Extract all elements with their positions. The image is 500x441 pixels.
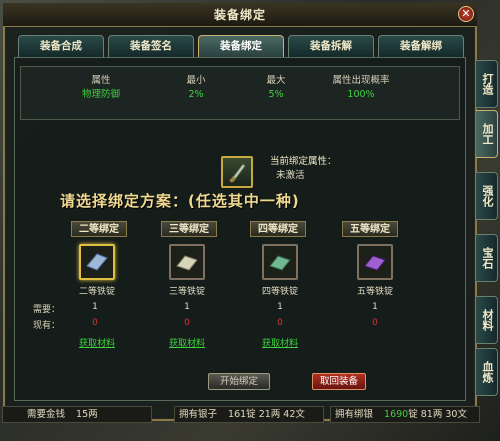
window-title: 装备绑定 — [3, 3, 477, 27]
item-name: 五等铁锭 — [356, 287, 393, 297]
tab-equip-unbind[interactable]: 装备解绑 — [378, 35, 464, 57]
item-name: 四等铁锭 — [261, 287, 298, 297]
ingot-slot-4[interactable] — [262, 244, 298, 280]
value-min: 2% — [188, 89, 204, 100]
plan-title: 四等绑定 — [250, 221, 306, 237]
plan-title: 二等绑定 — [71, 221, 127, 237]
ingot-icon — [364, 255, 386, 271]
ingot-icon — [269, 255, 291, 271]
tab-equip-dismantle[interactable]: 装备拆解 — [288, 35, 374, 57]
tab-equip-sign[interactable]: 装备签名 — [108, 35, 194, 57]
need-count: 1 — [92, 302, 98, 312]
obtain-material-link[interactable]: 获取材料 — [152, 336, 222, 349]
required-gold-box: 需要金钱 15两 — [2, 406, 152, 423]
retrieve-equipment-button[interactable]: 取回装备 — [312, 373, 366, 390]
bound-silver-amount: 1690 — [384, 409, 409, 420]
side-tab-gem[interactable]: 宝石 — [476, 234, 498, 282]
silver-label: 拥有银子 — [179, 409, 218, 420]
close-icon[interactable]: ✕ — [458, 6, 474, 22]
obtain-material-link[interactable]: 获取材料 — [245, 336, 315, 349]
side-tab-blood[interactable]: 血炼 — [476, 348, 498, 396]
required-gold-label: 需要金钱 — [27, 409, 66, 420]
need-count: 1 — [184, 302, 190, 312]
need-row-label: 需要： — [33, 305, 61, 315]
start-bind-button[interactable]: 开始绑定 — [208, 373, 270, 390]
item-name: 三等铁锭 — [168, 287, 205, 297]
current-equipment-slot[interactable] — [221, 156, 253, 188]
value-max: 5% — [268, 89, 284, 100]
have-row-label: 现有： — [33, 321, 61, 331]
bound-silver-box: 拥有绑银 1690锭 81两 30文 — [330, 406, 480, 423]
value-probability: 100% — [347, 89, 375, 100]
item-name: 二等铁锭 — [78, 287, 115, 297]
tab-equip-bind[interactable]: 装备绑定 — [198, 35, 284, 57]
current-bind-state: 未激活 — [276, 170, 305, 181]
ingot-icon — [176, 255, 198, 271]
side-tab-forge[interactable]: 打造 — [476, 60, 498, 108]
equipment-icon — [229, 163, 246, 183]
silver-value: 161锭 21两 42文 — [228, 409, 305, 420]
have-count: 0 — [277, 318, 283, 328]
value-attribute: 物理防御 — [81, 89, 120, 100]
tab-equip-synthesis[interactable]: 装备合成 — [18, 35, 104, 57]
have-count: 0 — [372, 318, 378, 328]
plan-title: 五等绑定 — [342, 221, 398, 237]
have-count: 0 — [184, 318, 190, 328]
obtain-material-link[interactable]: 获取材料 — [62, 336, 132, 349]
plan-title: 三等绑定 — [161, 221, 217, 237]
side-tab-material[interactable]: 材料 — [476, 296, 498, 344]
ingot-slot-3[interactable] — [169, 244, 205, 280]
silver-box: 拥有银子 161锭 21两 42文 — [174, 406, 324, 423]
required-gold-value: 15两 — [76, 409, 98, 420]
bound-silver-rest: 锭 81两 30文 — [408, 409, 467, 420]
need-count: 1 — [372, 302, 378, 312]
attribute-table: 属性 最小 最大 属性出现概率 物理防御 2% 5% 100% — [20, 66, 460, 120]
ingot-slot-5[interactable] — [357, 244, 393, 280]
side-tab-process[interactable]: 加工 — [476, 110, 498, 158]
side-tab-enhance[interactable]: 强化 — [476, 172, 498, 220]
current-bind-label: 当前绑定属性： — [270, 156, 337, 167]
have-count: 0 — [92, 318, 98, 328]
choose-plan-heading: 请选择绑定方案：(任选其中一种) — [60, 192, 300, 210]
attribute-value-row: 物理防御 2% 5% 100% — [21, 85, 459, 105]
ingot-icon — [86, 253, 108, 271]
need-count: 1 — [277, 302, 283, 312]
bound-silver-label: 拥有绑银 — [335, 409, 374, 420]
ingot-slot-2[interactable] — [79, 244, 115, 280]
tab-bar: 装备合成 装备签名 装备绑定 装备拆解 装备解绑 — [18, 35, 464, 57]
